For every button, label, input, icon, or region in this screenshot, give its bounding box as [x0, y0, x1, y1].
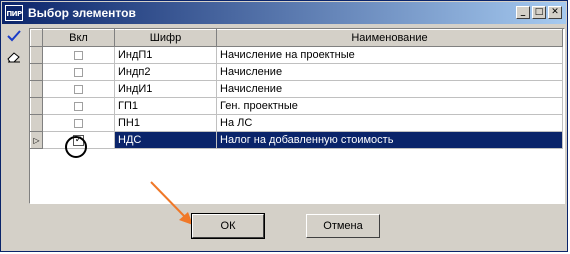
row-indicator: [30, 63, 43, 81]
maximize-button[interactable]: □: [532, 6, 546, 19]
row-checkbox[interactable]: [74, 101, 83, 111]
current-row-indicator: ▷: [30, 131, 43, 149]
current-row-marker-icon: ▷: [33, 136, 40, 145]
code-cell[interactable]: ПН1: [114, 114, 217, 132]
name-cell[interactable]: На ЛС: [216, 114, 563, 132]
name-cell[interactable]: Начисление: [216, 63, 563, 81]
eraser-icon: [7, 52, 20, 63]
name-cell[interactable]: Начисление: [216, 80, 563, 98]
code-cell[interactable]: ИндИ1: [114, 80, 217, 98]
table-row[interactable]: Индп2 Начисление: [30, 63, 563, 81]
enabled-cell[interactable]: [42, 46, 115, 64]
row-indicator-header: [30, 29, 43, 47]
row-checkbox-checked[interactable]: ✓: [73, 134, 84, 146]
code-cell[interactable]: ГП1: [114, 97, 217, 115]
column-header-name[interactable]: Наименование: [216, 29, 563, 47]
column-header-code[interactable]: Шифр: [114, 29, 217, 47]
table-row[interactable]: ПН1 На ЛС: [30, 114, 563, 132]
check-icon: [7, 30, 21, 42]
enabled-cell[interactable]: [42, 80, 115, 98]
name-cell[interactable]: Начисление на проектные: [216, 46, 563, 64]
row-checkbox[interactable]: [74, 118, 83, 128]
window-title: Выбор элементов: [28, 6, 136, 20]
close-button[interactable]: ✕: [548, 6, 562, 19]
clear-tool[interactable]: [5, 50, 23, 68]
enabled-cell[interactable]: [42, 63, 115, 81]
enabled-cell[interactable]: ✓: [42, 131, 115, 149]
column-header-enabled[interactable]: Вкл: [42, 29, 115, 47]
check-all-tool[interactable]: [5, 30, 23, 48]
table-row-selected[interactable]: ▷ ✓ НДС Налог на добавленную стоимость: [30, 131, 563, 149]
code-cell[interactable]: ИндП1: [114, 46, 217, 64]
row-indicator: [30, 80, 43, 98]
row-indicator: [30, 114, 43, 132]
row-checkbox[interactable]: [74, 67, 83, 77]
enabled-cell[interactable]: [42, 97, 115, 115]
table-header-row: Вкл Шифр Наименование: [30, 29, 563, 47]
elements-grid[interactable]: Вкл Шифр Наименование ИндП1 Начисление н…: [29, 28, 565, 204]
row-checkbox[interactable]: [74, 50, 83, 60]
code-cell[interactable]: Индп2: [114, 63, 217, 81]
row-indicator: [30, 97, 43, 115]
enabled-cell[interactable]: [42, 114, 115, 132]
ok-button[interactable]: ОК: [191, 213, 265, 239]
elements-table: Вкл Шифр Наименование ИндП1 Начисление н…: [30, 29, 563, 149]
table-row[interactable]: ИндИ1 Начисление: [30, 80, 563, 98]
row-indicator: [30, 46, 43, 64]
cancel-button[interactable]: Отмена: [306, 214, 380, 238]
name-cell[interactable]: Налог на добавленную стоимость: [216, 131, 563, 149]
name-cell[interactable]: Ген. проектные: [216, 97, 563, 115]
table-row[interactable]: ИндП1 Начисление на проектные: [30, 46, 563, 64]
title-bar[interactable]: ПИР Выбор элементов _ □ ✕: [2, 2, 566, 24]
minimize-button[interactable]: _: [516, 6, 530, 19]
row-checkbox[interactable]: [74, 84, 83, 94]
code-cell[interactable]: НДС: [114, 131, 217, 149]
app-icon: ПИР: [5, 5, 23, 21]
table-row[interactable]: ГП1 Ген. проектные: [30, 97, 563, 115]
dialog-window: ПИР Выбор элементов _ □ ✕ Вкл Шифр Наиме…: [0, 0, 568, 252]
